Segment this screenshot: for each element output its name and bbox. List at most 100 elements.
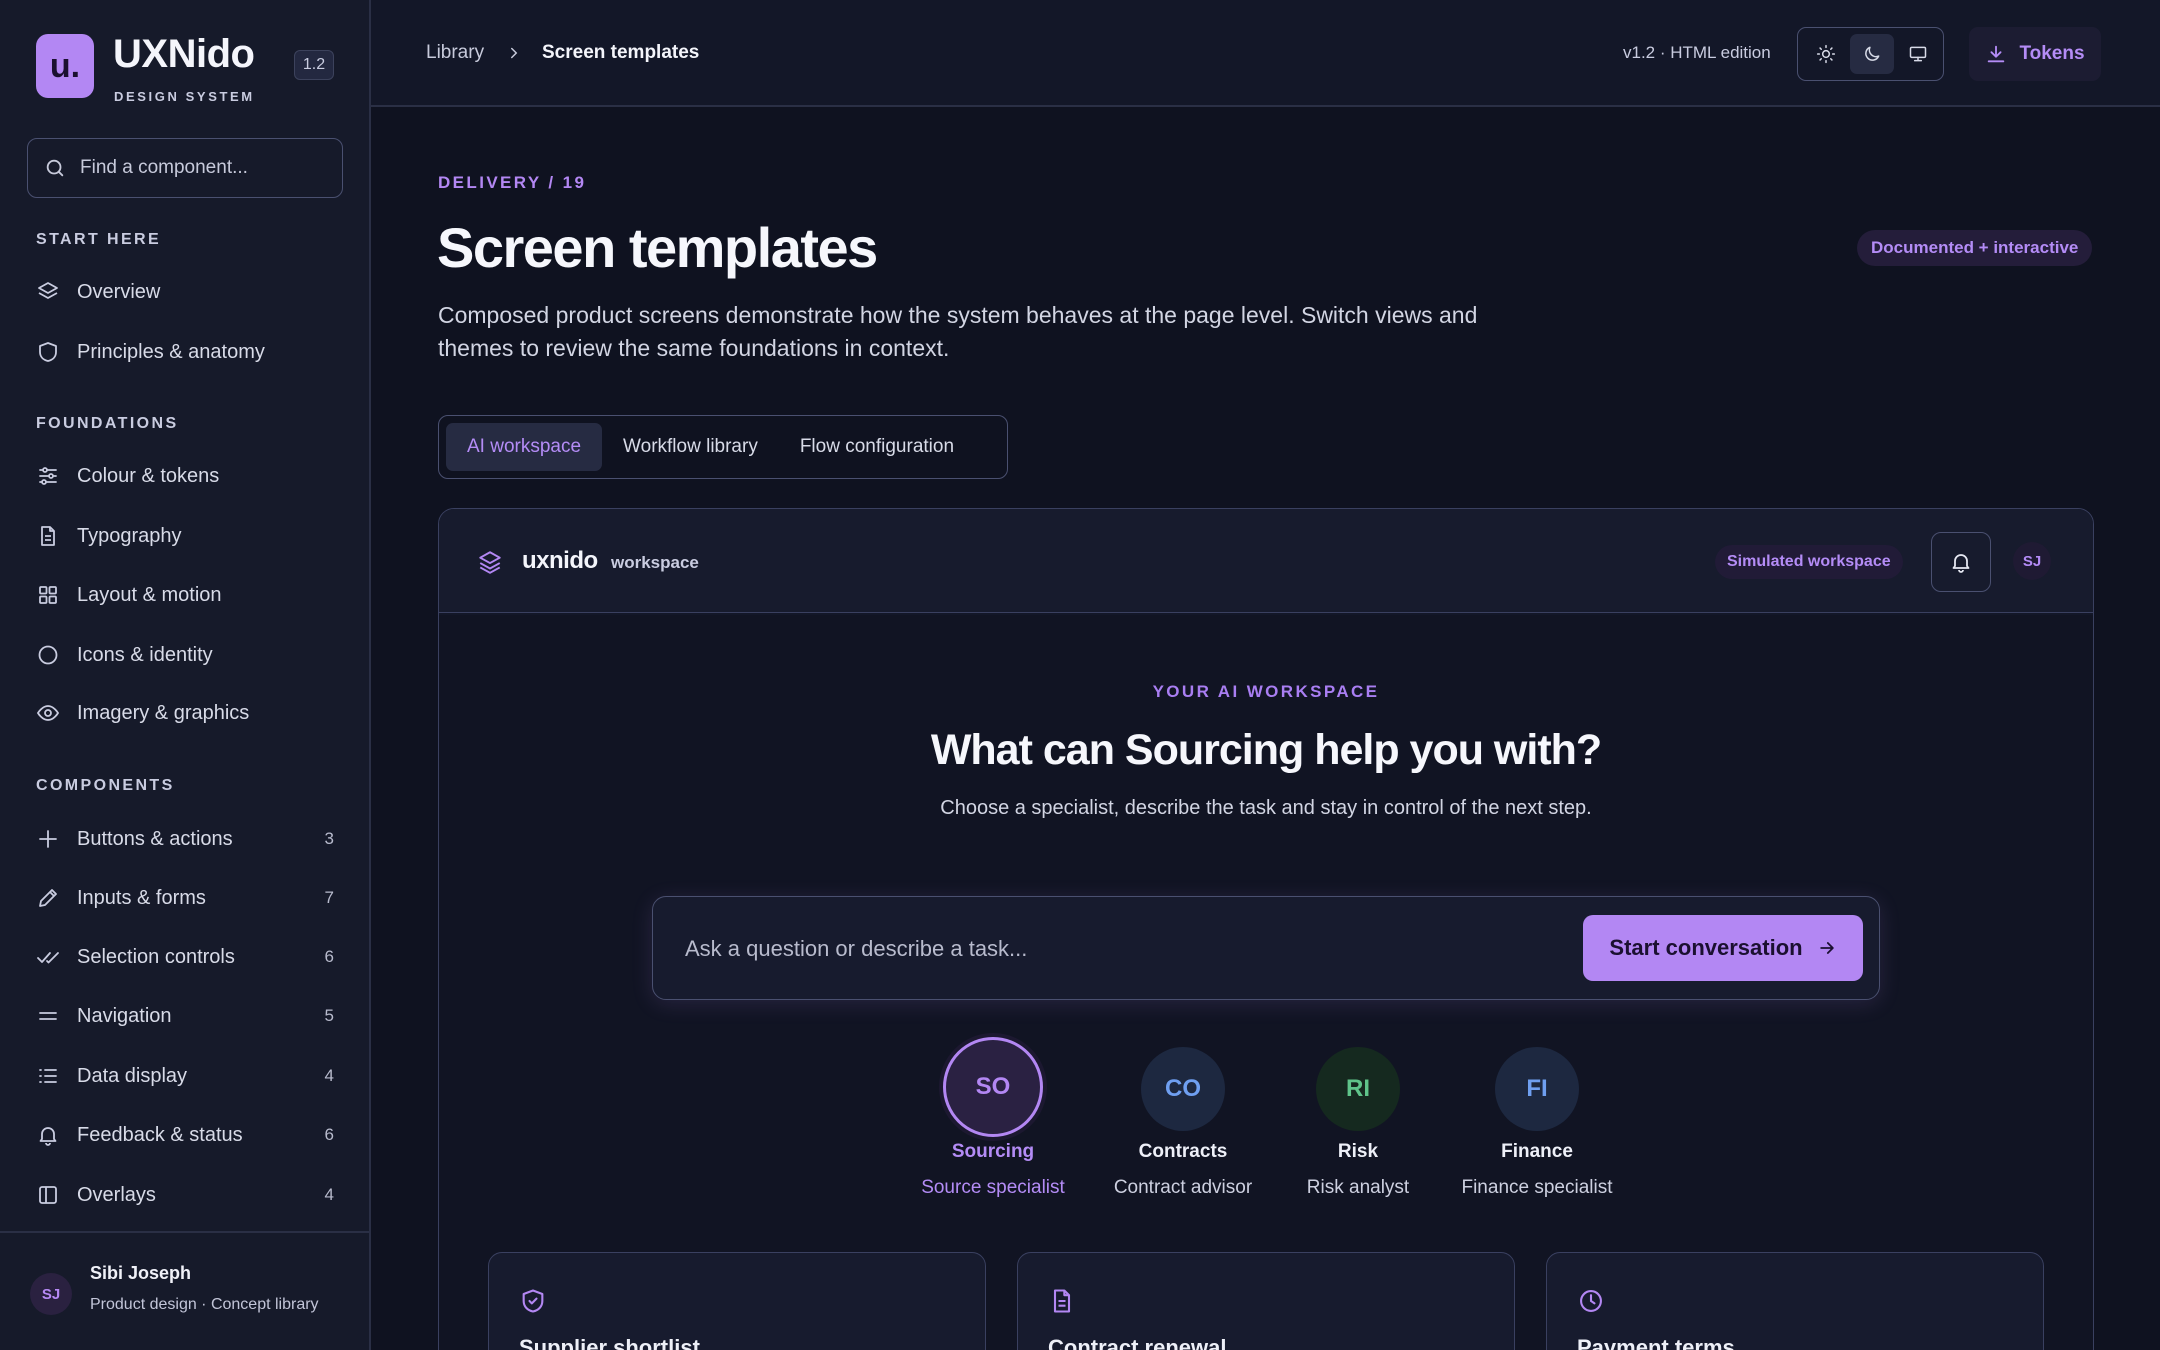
sidebar-item-label: Colour & tokens <box>77 464 220 487</box>
specialist-role: Risk analyst <box>1306 1177 1410 1198</box>
avatar: SJ <box>30 1273 72 1315</box>
composer-input[interactable] <box>685 929 1545 969</box>
specialist-role: Source specialist <box>921 1177 1065 1198</box>
specialist-name: Finance <box>1501 1141 1573 1162</box>
status-badge: Documented + interactive <box>1857 230 2093 266</box>
page-title: Screen templates <box>437 216 878 279</box>
notifications-button[interactable] <box>1931 532 1991 592</box>
user-profile[interactable]: SJ Sibi Joseph Product design · Concept … <box>0 1231 369 1350</box>
sidebar-item-data-display[interactable]: Data display 4 <box>24 1051 346 1101</box>
workspace-eyebrow: YOUR AI WORKSPACE <box>1152 682 1380 701</box>
sidebar-item-layout-motion[interactable]: Layout & motion <box>24 570 346 620</box>
specialist-contracts[interactable]: CO Contracts Contract advisor <box>1083 1047 1283 1199</box>
download-icon <box>1988 45 2005 63</box>
layers-icon <box>479 551 501 574</box>
specialist-avatar: SO <box>943 1037 1043 1137</box>
sun-icon <box>1816 44 1836 64</box>
sidebar-item-overlays[interactable]: Overlays 4 <box>24 1170 346 1220</box>
plus-icon <box>39 830 57 848</box>
specialist-avatar: RI <box>1316 1047 1400 1131</box>
tokens-button[interactable]: Tokens <box>1969 27 2101 81</box>
workspace-subtitle: Choose a specialist, describe the task a… <box>940 797 1592 819</box>
task-card-contract-renewal[interactable]: Contract renewal <box>1017 1252 1515 1350</box>
sidebar-item-label: Typography <box>77 524 182 547</box>
composer: Start conversation <box>652 896 1880 1000</box>
sliders-icon <box>39 467 57 485</box>
double-check-icon <box>37 952 59 964</box>
task-card-supplier-shortlist[interactable]: Supplier shortlist <box>488 1252 986 1350</box>
version-badge: 1.2 <box>294 50 334 80</box>
component-search[interactable] <box>27 138 343 198</box>
layers-icon <box>38 282 58 299</box>
sidebar-item-inputs-forms[interactable]: Inputs & forms 7 <box>24 873 346 923</box>
eye-icon <box>36 705 60 721</box>
specialist-finance[interactable]: FI Finance Finance specialist <box>1437 1047 1637 1199</box>
sidebar-item-principles[interactable]: Principles & anatomy <box>24 327 346 377</box>
sidebar-item-label: Principles & anatomy <box>77 340 265 363</box>
sidebar-item-colour-tokens[interactable]: Colour & tokens <box>24 451 346 501</box>
workspace-title: What can Sourcing help you with? <box>930 726 1602 774</box>
circle-icon <box>38 645 58 665</box>
brand-name: UXNido <box>113 32 255 76</box>
start-conversation-label: Start conversation <box>1609 935 1803 960</box>
item-count: 3 <box>324 829 334 848</box>
sidebar-item-label: Overlays <box>77 1183 156 1206</box>
sidebar-item-label: Buttons & actions <box>77 827 233 850</box>
brand-logo: u. <box>36 34 94 98</box>
tab-workflow-library[interactable]: Workflow library <box>602 423 779 471</box>
sidebar-item-overview[interactable]: Overview <box>24 267 346 317</box>
sidebar-item-icons-identity[interactable]: Icons & identity <box>24 630 346 680</box>
brand[interactable]: u. UXNido DESIGN SYSTEM 1.2 <box>36 32 346 104</box>
sidebar-item-navigation[interactable]: Navigation 5 <box>24 991 346 1041</box>
sidebar-item-buttons-actions[interactable]: Buttons & actions 3 <box>24 814 346 864</box>
item-count: 6 <box>324 947 334 966</box>
task-card-payment-terms[interactable]: Payment terms <box>1546 1252 2044 1350</box>
sidebar: u. UXNido DESIGN SYSTEM 1.2 START HERE O… <box>0 0 371 1350</box>
simulated-badge: Simulated workspace <box>1715 545 1903 579</box>
specialist-avatar: CO <box>1141 1047 1225 1131</box>
item-count: 4 <box>324 1185 334 1204</box>
task-card-title: Payment terms <box>1577 1335 1735 1350</box>
pencil-icon <box>39 889 57 907</box>
panel-icon <box>39 1186 57 1204</box>
search-input[interactable] <box>80 157 330 179</box>
section-title-foundations: FOUNDATIONS <box>36 415 179 432</box>
sidebar-item-label: Navigation <box>77 1004 172 1027</box>
breadcrumb-library[interactable]: Library <box>426 42 484 64</box>
bell-icon <box>39 1127 57 1146</box>
profile-role: Product design · Concept library <box>90 1296 319 1313</box>
theme-light-button[interactable] <box>1804 34 1848 74</box>
theme-switcher <box>1797 27 1944 81</box>
tab-flow-configuration[interactable]: Flow configuration <box>779 423 975 471</box>
specialist-role: Finance specialist <box>1461 1177 1613 1198</box>
shield-check-icon <box>522 1289 544 1313</box>
list-icon <box>39 1069 57 1083</box>
page-description: Composed product screens demonstrate how… <box>438 302 1478 361</box>
tab-ai-workspace[interactable]: AI workspace <box>446 423 603 471</box>
specialist-name: Contracts <box>1138 1141 1228 1162</box>
sidebar-item-selection-controls[interactable]: Selection controls 6 <box>24 932 346 982</box>
preview-brand-sub: workspace <box>611 553 699 572</box>
brand-subtitle: DESIGN SYSTEM <box>114 89 255 104</box>
specialist-risk[interactable]: RI Risk Risk analyst <box>1258 1047 1458 1199</box>
sidebar-item-label: Layout & motion <box>77 583 222 606</box>
bell-icon <box>1952 554 1970 573</box>
page-eyebrow: DELIVERY / 19 <box>438 173 587 192</box>
theme-system-button[interactable] <box>1896 34 1940 74</box>
theme-dark-button[interactable] <box>1850 34 1894 74</box>
sidebar-item-imagery-graphics[interactable]: Imagery & graphics <box>24 688 346 738</box>
grid-icon <box>39 586 57 604</box>
document-icon <box>1053 1289 1071 1313</box>
avatar[interactable]: SJ <box>2013 542 2051 580</box>
specialist-role: Contract advisor <box>1113 1177 1253 1198</box>
task-card-title: Supplier shortlist <box>519 1335 700 1350</box>
start-conversation-button[interactable]: Start conversation <box>1583 915 1863 981</box>
sidebar-item-typography[interactable]: Typography <box>24 511 346 561</box>
specialist-sourcing[interactable]: SO Sourcing Source specialist <box>893 1037 1093 1199</box>
item-count: 4 <box>324 1066 334 1085</box>
sidebar-item-label: Feedback & status <box>77 1123 243 1146</box>
sidebar-item-feedback-status[interactable]: Feedback & status 6 <box>24 1110 346 1160</box>
tokens-label: Tokens <box>2019 43 2085 64</box>
section-title-components: COMPONENTS <box>36 777 175 794</box>
edition-label: v1.2 · HTML edition <box>1623 43 1771 62</box>
